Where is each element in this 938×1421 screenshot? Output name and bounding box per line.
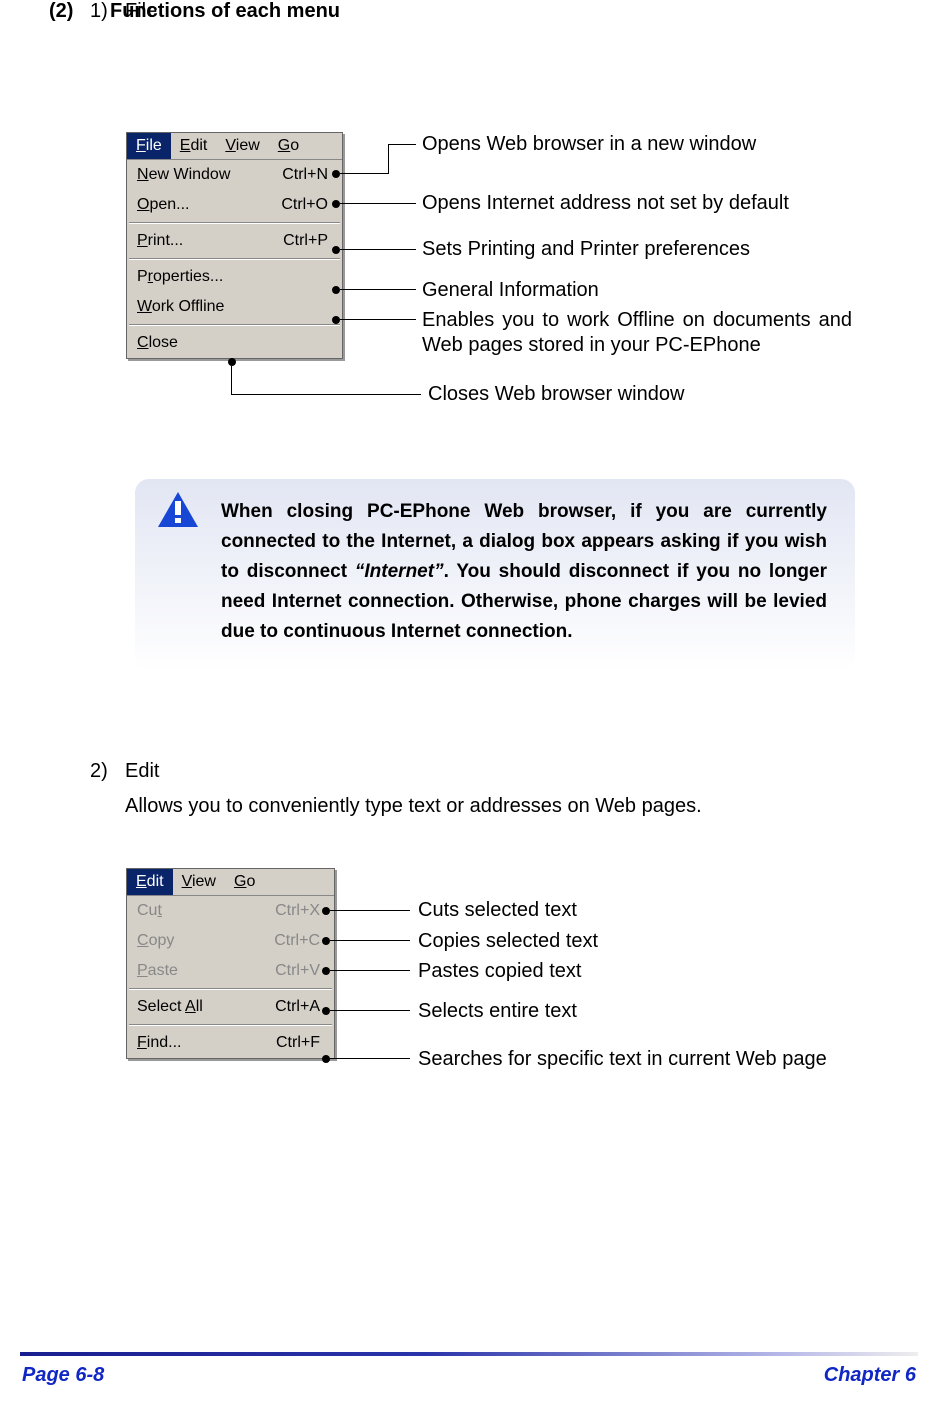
menubar-edit[interactable]: Edit <box>171 133 217 159</box>
callout-dot <box>332 200 340 208</box>
warning-icon <box>157 491 199 529</box>
leader-line <box>340 173 388 174</box>
edit-paste[interactable]: PasteCtrl+V <box>127 956 334 986</box>
file-properties[interactable]: Properties... <box>127 262 342 292</box>
subsection-1-title: File <box>125 0 157 23</box>
leader-line <box>330 1010 410 1011</box>
callout-dot <box>332 246 340 254</box>
edit-find-desc: Searches for specific text in current We… <box>418 1048 827 1071</box>
leader-line <box>231 366 232 394</box>
edit-menu-screenshot: Edit View Go CutCtrl+X CopyCtrl+C PasteC… <box>126 868 335 1059</box>
menubar: File Edit View Go <box>127 133 342 159</box>
edit-cut-desc: Cuts selected text <box>418 899 577 922</box>
callout-dot <box>322 967 330 975</box>
leader-line <box>330 940 410 941</box>
leader-line <box>330 1058 410 1059</box>
leader-line <box>340 289 416 290</box>
edit-cut[interactable]: CutCtrl+X <box>127 896 334 926</box>
file-close[interactable]: Close <box>127 328 342 358</box>
section-number: (2) <box>49 0 73 23</box>
edit-copy[interactable]: CopyCtrl+C <box>127 926 334 956</box>
menubar-file[interactable]: File <box>127 133 171 159</box>
file-new-window[interactable]: New WindowCtrl+N <box>127 160 342 190</box>
callout-dot <box>228 358 236 366</box>
file-print-desc: Sets Printing and Printer preferences <box>422 238 750 261</box>
file-print[interactable]: Print...Ctrl+P <box>127 226 342 256</box>
file-properties-desc: General Information <box>422 279 599 302</box>
edit-paste-desc: Pastes copied text <box>418 960 581 983</box>
menubar-go[interactable]: Go <box>269 133 308 159</box>
menubar: Edit View Go <box>127 869 334 895</box>
warning-text: When closing PC-EPhone Web browser, if y… <box>221 497 827 647</box>
subsection-1-num: 1) <box>90 0 108 23</box>
menu-separator <box>129 222 340 224</box>
menu-separator <box>129 988 332 990</box>
leader-line <box>340 203 416 204</box>
chapter-label: Chapter 6 <box>824 1364 916 1387</box>
leader-line <box>340 319 416 320</box>
callout-dot <box>322 937 330 945</box>
edit-copy-desc: Copies selected text <box>418 930 598 953</box>
file-open[interactable]: Open...Ctrl+O <box>127 190 342 220</box>
callout-dot <box>322 1055 330 1063</box>
leader-line <box>330 970 410 971</box>
file-new-window-desc: Opens Web browser in a new window <box>422 133 756 156</box>
file-offline-desc: Enables you to work Offline on documents… <box>422 308 852 358</box>
leader-line <box>340 249 416 250</box>
menubar-go[interactable]: Go <box>225 869 264 895</box>
callout-dot <box>332 286 340 294</box>
callout-dot <box>332 316 340 324</box>
subsection-2-title: Edit <box>125 760 159 783</box>
file-dropdown: New WindowCtrl+N Open...Ctrl+O Print...C… <box>127 159 342 358</box>
footer-rule <box>20 1352 918 1356</box>
menu-separator <box>129 258 340 260</box>
menubar-view[interactable]: View <box>216 133 268 159</box>
subsection-2-desc: Allows you to conveniently type text or … <box>125 795 702 818</box>
edit-select-all[interactable]: Select AllCtrl+A <box>127 992 334 1022</box>
menubar-edit[interactable]: Edit <box>127 869 173 895</box>
menubar-view[interactable]: View <box>173 869 225 895</box>
callout-dot <box>322 907 330 915</box>
file-menu-screenshot: File Edit View Go New WindowCtrl+N Open.… <box>126 132 343 359</box>
subsection-2-num: 2) <box>90 760 108 783</box>
file-close-desc: Closes Web browser window <box>428 383 684 406</box>
callout-dot <box>322 1007 330 1015</box>
leader-line <box>388 144 416 145</box>
menu-separator <box>129 1024 332 1026</box>
file-open-desc: Opens Internet address not set by defaul… <box>422 192 789 215</box>
menu-separator <box>129 324 340 326</box>
leader-line <box>388 144 389 174</box>
edit-find[interactable]: Find...Ctrl+F <box>127 1028 334 1058</box>
page-number: Page 6-8 <box>22 1364 104 1387</box>
file-work-offline[interactable]: Work Offline <box>127 292 342 322</box>
warning-callout: When closing PC-EPhone Web browser, if y… <box>135 479 855 671</box>
callout-dot <box>332 170 340 178</box>
leader-line <box>231 394 421 395</box>
leader-line <box>330 910 410 911</box>
edit-selectall-desc: Selects entire text <box>418 1000 577 1023</box>
edit-dropdown: CutCtrl+X CopyCtrl+C PasteCtrl+V Select … <box>127 895 334 1058</box>
